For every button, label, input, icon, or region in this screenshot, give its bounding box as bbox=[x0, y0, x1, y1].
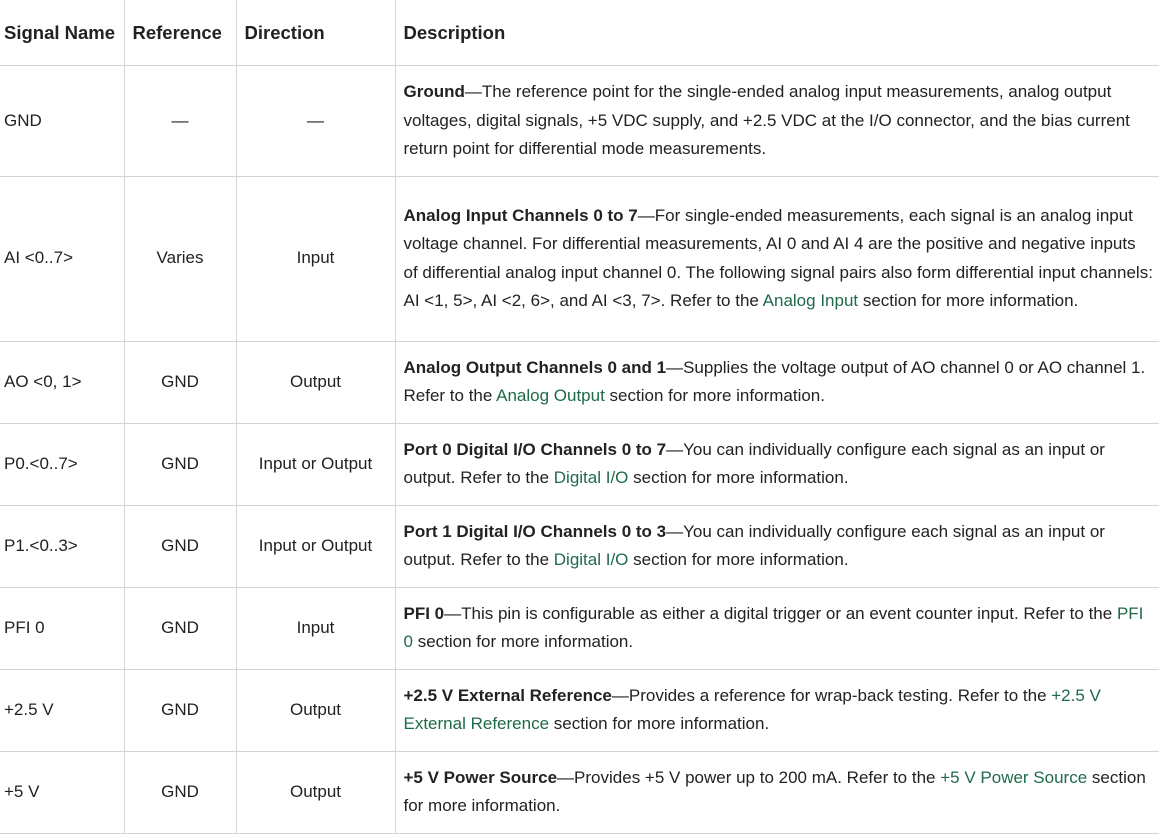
reference-value: GND bbox=[161, 617, 199, 637]
direction-value: Input bbox=[296, 617, 335, 637]
direction-value: Input bbox=[296, 248, 335, 268]
direction-cell: Input or Output bbox=[236, 423, 396, 506]
description-text: —Provides +5 V power up to 200 mA. Refer… bbox=[557, 767, 941, 787]
reference-cell: GND bbox=[124, 669, 237, 752]
description-after: section for more information. bbox=[858, 291, 1079, 310]
description-after: section for more information. bbox=[412, 632, 634, 651]
description-cell: Ground—The reference point for the singl… bbox=[395, 65, 1159, 177]
reference-cell: GND bbox=[124, 587, 237, 670]
description-after: section for more information. bbox=[628, 550, 849, 569]
description-cell: Port 0 Digital I/O Channels 0 to 7—You c… bbox=[395, 423, 1159, 506]
table-row: +5 V GND Output +5 V Power Source—Provid… bbox=[0, 751, 1159, 834]
signal-name: P0.<0..7> bbox=[4, 453, 78, 473]
description-after: section for more information. bbox=[604, 386, 825, 405]
signal-name: +2.5 V bbox=[4, 699, 54, 719]
description-title: Ground bbox=[403, 82, 465, 101]
signal-cell: +2.5 V bbox=[0, 669, 125, 752]
header-reference: Reference bbox=[124, 0, 237, 66]
signal-table: Signal Name Reference Direction Descript… bbox=[0, 0, 1159, 834]
section-link[interactable]: Analog Input bbox=[763, 291, 858, 310]
reference-value: GND bbox=[161, 453, 199, 473]
signal-name: AO <0, 1> bbox=[4, 371, 82, 391]
signal-name: P1.<0..3> bbox=[4, 535, 78, 555]
signal-cell: PFI 0 bbox=[0, 587, 125, 670]
table-row: PFI 0 GND Input PFI 0—This pin is config… bbox=[0, 587, 1159, 670]
direction-cell: Output bbox=[236, 669, 396, 752]
direction-cell: Input bbox=[236, 587, 396, 670]
table-row: GND — — Ground—The reference point for t… bbox=[0, 65, 1159, 177]
table-row: P1.<0..3> GND Input or Output Port 1 Dig… bbox=[0, 505, 1159, 588]
section-link[interactable]: +5 V Power Source bbox=[940, 768, 1087, 787]
reference-cell: GND bbox=[124, 341, 237, 424]
description-after: section for more information. bbox=[549, 714, 770, 733]
signal-cell: AO <0, 1> bbox=[0, 341, 125, 424]
signal-cell: +5 V bbox=[0, 751, 125, 834]
description-title: Port 0 Digital I/O Channels 0 to 7 bbox=[403, 439, 667, 459]
table-row: AO <0, 1> GND Output Analog Output Chann… bbox=[0, 341, 1159, 424]
reference-value: GND bbox=[161, 535, 199, 555]
description-text: —This pin is configurable as either a di… bbox=[444, 603, 1117, 623]
signal-cell: GND bbox=[0, 65, 125, 177]
reference-value: Varies bbox=[156, 248, 204, 268]
description-cell: PFI 0—This pin is configurable as either… bbox=[395, 587, 1159, 670]
direction-value: Output bbox=[289, 371, 342, 391]
description-title: Analog Input Channels 0 to 7 bbox=[403, 205, 638, 225]
direction-value: — bbox=[307, 110, 324, 130]
signal-name: AI <0..7> bbox=[4, 248, 73, 268]
section-link[interactable]: Digital I/O bbox=[554, 550, 629, 569]
header-direction: Direction bbox=[236, 0, 396, 66]
direction-cell: Output bbox=[236, 341, 396, 424]
description-cell: +2.5 V External Reference—Provides a ref… bbox=[395, 669, 1159, 752]
signal-name: GND bbox=[4, 110, 42, 130]
description-cell: Analog Input Channels 0 to 7—For single-… bbox=[395, 176, 1159, 342]
table-row: AI <0..7> Varies Input Analog Input Chan… bbox=[0, 176, 1159, 342]
description-title: PFI 0 bbox=[403, 603, 445, 623]
direction-cell: Input bbox=[236, 176, 396, 342]
reference-cell: — bbox=[124, 65, 237, 177]
description-title: Analog Output Channels 0 and 1 bbox=[403, 357, 667, 377]
description-title: +5 V Power Source bbox=[403, 767, 558, 787]
header-signal-name: Signal Name bbox=[0, 0, 125, 66]
reference-value: GND bbox=[161, 699, 199, 719]
reference-value: — bbox=[171, 110, 189, 130]
header-description: Description bbox=[395, 0, 1159, 66]
description-text: —The reference point for the single-ende… bbox=[403, 82, 1130, 158]
direction-cell: Output bbox=[236, 751, 396, 834]
reference-cell: Varies bbox=[124, 176, 237, 342]
direction-value: Input or Output bbox=[258, 453, 373, 473]
signal-cell: P1.<0..3> bbox=[0, 505, 125, 588]
signal-name: PFI 0 bbox=[4, 617, 45, 637]
direction-value: Output bbox=[289, 699, 342, 719]
direction-cell: — bbox=[236, 65, 396, 177]
direction-cell: Input or Output bbox=[236, 505, 396, 588]
description-title: Port 1 Digital I/O Channels 0 to 3 bbox=[403, 521, 667, 541]
table-row: P0.<0..7> GND Input or Output Port 0 Dig… bbox=[0, 423, 1159, 506]
description-title: +2.5 V External Reference bbox=[403, 685, 612, 705]
description-after: section for more information. bbox=[628, 468, 849, 487]
section-link[interactable]: Analog Output bbox=[496, 386, 605, 405]
reference-cell: GND bbox=[124, 751, 237, 834]
description-text: —Provides a reference for wrap-back test… bbox=[611, 685, 1052, 705]
reference-value: GND bbox=[161, 781, 199, 801]
signal-name: +5 V bbox=[4, 781, 40, 801]
direction-value: Output bbox=[289, 781, 342, 801]
header-row: Signal Name Reference Direction Descript… bbox=[0, 0, 1159, 66]
description-cell: +5 V Power Source—Provides +5 V power up… bbox=[395, 751, 1159, 834]
signal-cell: P0.<0..7> bbox=[0, 423, 125, 506]
description-cell: Analog Output Channels 0 and 1—Supplies … bbox=[395, 341, 1159, 424]
reference-value: GND bbox=[161, 371, 199, 391]
description-cell: Port 1 Digital I/O Channels 0 to 3—You c… bbox=[395, 505, 1159, 588]
section-link[interactable]: Digital I/O bbox=[554, 468, 629, 487]
direction-value: Input or Output bbox=[258, 535, 373, 555]
reference-cell: GND bbox=[124, 505, 237, 588]
signal-cell: AI <0..7> bbox=[0, 176, 125, 342]
table-row: +2.5 V GND Output +2.5 V External Refere… bbox=[0, 669, 1159, 752]
reference-cell: GND bbox=[124, 423, 237, 506]
